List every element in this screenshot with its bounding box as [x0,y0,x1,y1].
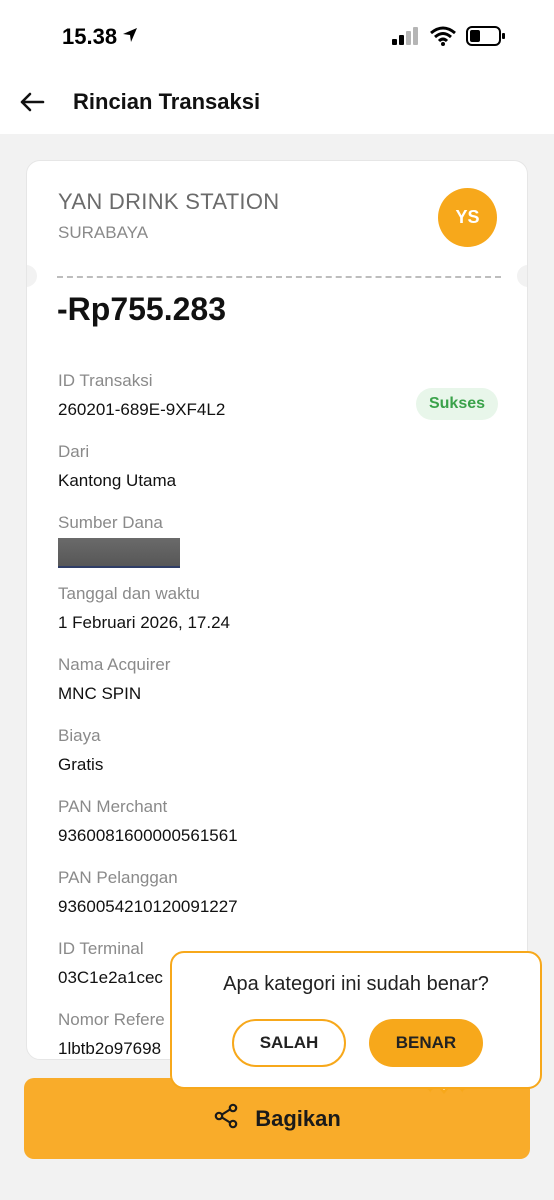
merchant-name: YAN DRINK STATION [58,189,280,214]
wrong-button[interactable]: SALAH [232,1019,346,1067]
field-transaction-id: ID Transaksi 260201-689E-9XF4L2 [58,371,225,420]
field-value: 1lbtb2o97698 [58,1039,162,1058]
status-badge: Sukses [416,388,498,420]
field-label: PAN Pelanggan [58,868,178,887]
field-label: Dari [58,442,90,461]
field-value: 03C1e2a1cec [58,968,163,987]
location-arrow-icon [121,24,139,50]
field-label: Tanggal dan waktu [58,584,200,603]
status-icons [392,26,506,51]
field-value: Kantong Utama [58,471,177,490]
field-label: ID Transaksi [58,371,153,390]
field-label: ID Terminal [58,939,144,958]
field-value: MNC SPIN [58,684,142,703]
wifi-icon [430,26,456,51]
merchant-avatar: YS [438,188,497,247]
dashed-divider [57,276,501,278]
field-label: Nama Acquirer [58,655,171,674]
redacted-value [58,538,180,568]
field-acquirer: Nama Acquirer MNC SPIN [58,655,170,704]
signal-icon [392,27,420,50]
field-pan-merchant: PAN Merchant 936008160000056156​1 [58,797,238,846]
field-value: 1 Februari 2026, 17.24 [58,613,231,632]
merchant-city: SURABAYA [58,223,149,242]
field-reference-number: Nomor Refere 1lbtb2o97698 [58,1010,165,1059]
field-label: Biaya [58,726,101,745]
share-icon [213,1103,239,1134]
status-time-text: 15.38 [62,24,118,49]
share-button-label: Bagikan [255,1105,341,1131]
field-value: 260201-689E-9XF4L2 [58,400,226,419]
field-date-time: Tanggal dan waktu 1 Februari 2026, 17.24 [58,584,230,633]
field-value: 9360054210120091227 [58,897,238,916]
field-value: 936008160000056156​1 [58,826,238,845]
receipt-card: YAN DRINK STATION SURABAYA YS -Rp755.283… [26,160,528,1060]
field-label: Nomor Refere [58,1010,165,1029]
field-value: Gratis [58,755,104,774]
field-fund-source: Sumber Dana [58,513,180,568]
battery-icon [466,26,506,51]
field-terminal-id: ID Terminal 03C1e2a1cec [58,939,163,988]
field-label: PAN Merchant [58,797,168,816]
popup-question: Apa kategori ini sudah benar? [223,973,489,995]
category-confirm-popup: Apa kategori ini sudah benar? SALAH BENA… [170,951,542,1089]
field-pan-customer: PAN Pelanggan 9360054210120091227 [58,868,238,917]
receipt-notch-right [517,265,527,287]
back-button[interactable] [16,88,48,120]
field-label: Sumber Dana [58,513,163,532]
correct-button[interactable]: BENAR [369,1019,483,1067]
transaction-amount: -Rp755.283 [57,291,226,327]
field-fee: Biaya Gratis [58,726,103,775]
receipt-notch-left [27,265,37,287]
page-title: Rincian Transaksi [73,89,261,114]
back-arrow-icon [19,91,45,118]
field-source-pocket: Dari Kantong Utama [58,442,176,491]
status-time: 15.38 [62,24,139,50]
